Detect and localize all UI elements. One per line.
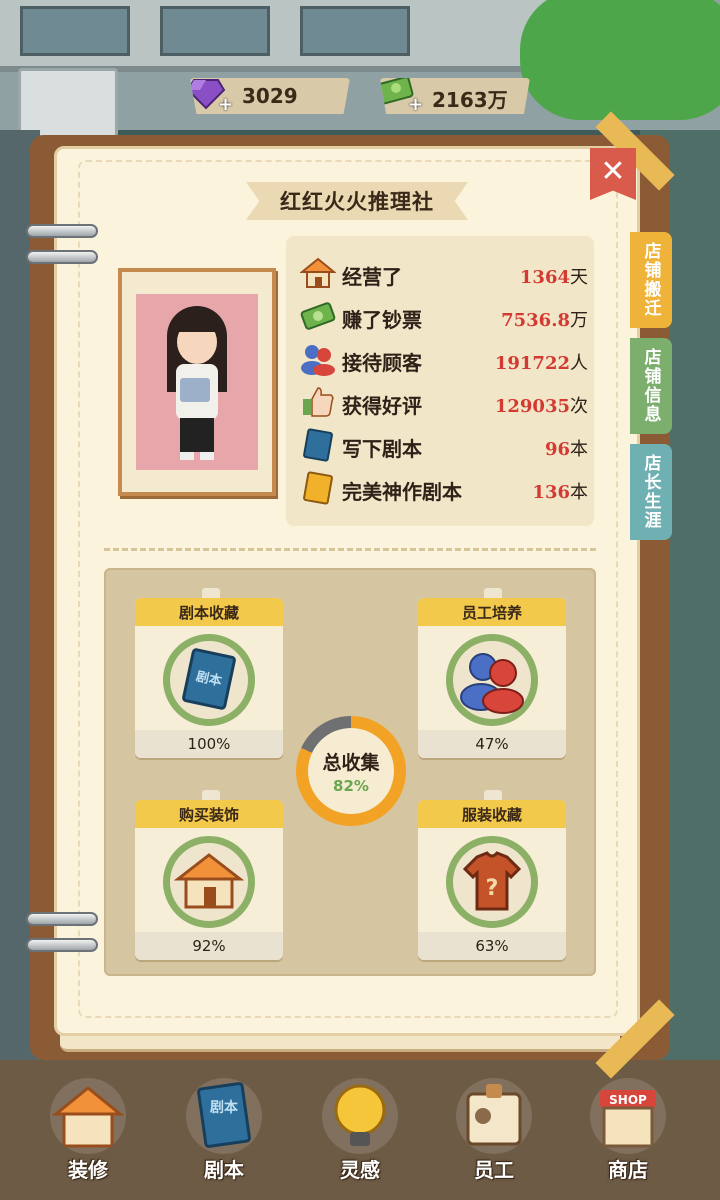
svg-text:?: ? <box>486 876 499 901</box>
shop-name: 红红火火推理社 <box>280 190 434 214</box>
background-window <box>300 6 410 56</box>
nav-shop[interactable]: SHOP 商店 <box>568 1068 688 1188</box>
progress-ring <box>163 836 255 928</box>
stat-label: 经营了 <box>342 265 402 289</box>
shop-stats-panel: 经营了 1364天 赚了钞票 7536.8万 接待顾客 191722人 获得好评… <box>286 236 594 526</box>
tab-label: 店铺搬迁 <box>640 242 661 318</box>
portrait-background <box>136 294 258 470</box>
binder-ring <box>26 224 98 238</box>
tab-label: 店长生涯 <box>640 454 661 530</box>
card-percent: 92% <box>135 932 283 960</box>
background-window <box>20 6 130 56</box>
section-divider <box>104 548 596 551</box>
total-collection-label: 总收集 <box>322 751 380 774</box>
nav-label: 员工 <box>474 1158 514 1182</box>
stat-row-perfect-scripts: 完美神作剧本 136本 <box>300 469 588 509</box>
stat-label: 完美神作剧本 <box>342 480 462 504</box>
card-percent: 63% <box>418 932 566 960</box>
manager-avatar <box>167 306 227 460</box>
stat-value: 136本 <box>532 482 588 503</box>
binder-ring <box>26 938 98 952</box>
tab-label: 店铺信息 <box>640 348 661 424</box>
stat-label: 获得好评 <box>342 394 422 418</box>
nav-shop-sign: SHOP <box>609 1093 647 1107</box>
binder-ring <box>26 250 98 264</box>
shop-name-ribbon: 红红火火推理社 <box>246 182 468 220</box>
nav-label: 灵感 <box>340 1158 380 1182</box>
card-percent: 47% <box>418 730 566 758</box>
background-window <box>160 6 270 56</box>
card-percent: 100% <box>135 730 283 758</box>
thumbs-up-icon <box>303 387 334 417</box>
nav-renovate[interactable]: 装修 <box>28 1068 148 1188</box>
total-collection-value: 82% <box>333 776 369 795</box>
cash-counter[interactable]: + 2163万 <box>380 78 530 114</box>
stat-row-customers: 接待顾客 191722人 <box>300 340 588 380</box>
close-icon: ✕ <box>600 154 626 189</box>
nav-staff[interactable]: 员工 <box>434 1068 554 1188</box>
lightbulb-icon <box>322 1078 398 1154</box>
total-collection-ring: 总收集 82% <box>296 716 406 826</box>
progress-ring: 剧本 <box>163 634 255 726</box>
progress-ring <box>446 634 538 726</box>
collection-card-outfits[interactable]: 服装收藏 ? 63% <box>418 800 566 960</box>
add-gems-icon[interactable]: + <box>218 94 233 114</box>
stat-value: 96本 <box>544 439 588 460</box>
card-title: 购买装饰 <box>135 800 283 828</box>
script-icon: 剧本 <box>186 1078 262 1154</box>
stat-value: 7536.8万 <box>501 310 588 331</box>
cash-count: 2163万 <box>432 88 508 112</box>
total-collection-center: 总收集 82% <box>308 728 394 814</box>
gem-counter[interactable]: + 3029 <box>190 78 350 114</box>
money-icon <box>300 302 336 330</box>
card-title: 服装收藏 <box>418 800 566 828</box>
shop-icon: SHOP <box>590 1078 666 1154</box>
tab-shop-info[interactable]: 店铺信息 <box>630 338 672 434</box>
customers-icon <box>301 345 335 376</box>
stat-value: 1364天 <box>519 267 588 288</box>
nav-label: 装修 <box>68 1158 108 1182</box>
add-cash-icon[interactable]: + <box>408 94 423 114</box>
stat-value: 129035次 <box>494 396 588 417</box>
tab-manager-career[interactable]: 店长生涯 <box>630 444 672 540</box>
gem-count: 3029 <box>242 84 298 108</box>
stat-label: 接待顾客 <box>342 351 422 375</box>
binder-ring <box>26 912 98 926</box>
staff-people-icon <box>460 653 524 714</box>
tshirt-question-icon: ? <box>462 851 522 911</box>
background-building <box>0 0 560 72</box>
collection-card-staff[interactable]: 员工培养 47% <box>418 598 566 758</box>
progress-ring: ? <box>446 836 538 928</box>
renovate-icon <box>50 1078 126 1154</box>
gold-script-icon <box>303 471 333 505</box>
nav-label: 剧本 <box>204 1158 244 1182</box>
stat-value: 191722人 <box>494 353 588 374</box>
collection-card-decorations[interactable]: 购买装饰 92% <box>135 800 283 960</box>
collection-card-scripts[interactable]: 剧本收藏 剧本 100% <box>135 598 283 758</box>
script-book-icon: 剧本 <box>182 648 236 710</box>
house-icon <box>174 853 244 909</box>
background-tree <box>520 0 720 120</box>
nav-book-label: 剧本 <box>210 1099 239 1116</box>
stat-row-good-reviews: 获得好评 129035次 <box>300 383 588 423</box>
nav-label: 商店 <box>608 1158 648 1182</box>
stat-row-days-operated: 经营了 1364天 <box>300 254 588 294</box>
nav-scripts[interactable]: 剧本 剧本 <box>164 1068 284 1188</box>
background-shelf <box>18 68 118 138</box>
stat-row-scripts-written: 写下剧本 96本 <box>300 426 588 466</box>
nav-inspiration[interactable]: 灵感 <box>300 1068 420 1188</box>
stat-row-money-earned: 赚了钞票 7536.8万 <box>300 297 588 337</box>
staff-badge-icon <box>456 1078 532 1154</box>
stat-label: 写下剧本 <box>342 437 422 461</box>
stat-label: 赚了钞票 <box>342 308 422 332</box>
card-title: 员工培养 <box>418 598 566 626</box>
tab-relocate-shop[interactable]: 店铺搬迁 <box>630 232 672 328</box>
house-icon <box>300 257 336 288</box>
script-book-icon <box>303 428 333 462</box>
card-title: 剧本收藏 <box>135 598 283 626</box>
manager-portrait <box>118 268 276 496</box>
